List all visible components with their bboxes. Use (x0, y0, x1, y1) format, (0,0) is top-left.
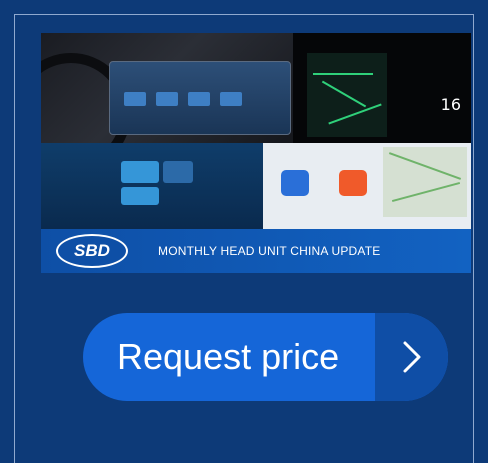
navigation-screen-photo: 16 (293, 33, 471, 143)
screen-number: 16 (440, 95, 461, 114)
map-thumbnail (307, 53, 387, 137)
promo-image[interactable]: 16 SBD MONTHLY HEAD UNIT CHINA UPDATE (41, 33, 471, 273)
dashboard-screen (109, 61, 291, 135)
request-price-button[interactable]: Request price (83, 313, 448, 401)
banner-title: MONTHLY HEAD UNIT CHINA UPDATE (158, 244, 381, 258)
sbd-logo: SBD (56, 234, 128, 268)
request-price-label: Request price (117, 336, 340, 377)
app-screen-photo (263, 143, 471, 229)
promo-banner: SBD MONTHLY HEAD UNIT CHINA UPDATE (41, 229, 471, 273)
map-thumbnail (383, 147, 467, 217)
app-icon (339, 170, 367, 196)
control-screen-photo (41, 143, 263, 229)
app-icon (281, 170, 309, 196)
car-dashboard-photo (41, 33, 293, 143)
